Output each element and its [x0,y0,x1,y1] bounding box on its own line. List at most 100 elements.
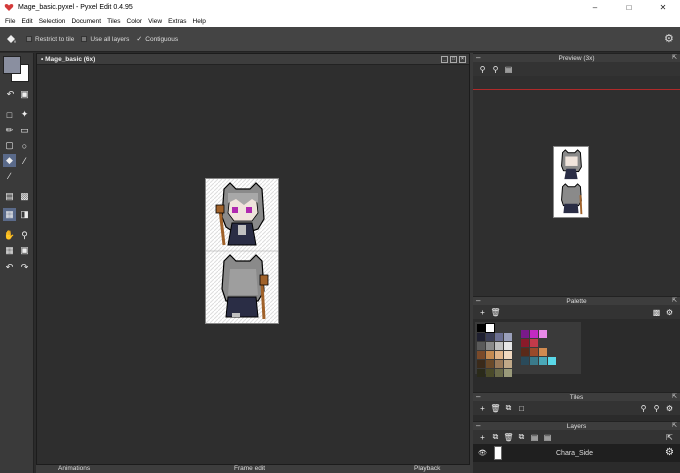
hand-icon[interactable]: ✋ [3,229,16,242]
palette-swatch[interactable] [495,351,503,359]
pin-icon[interactable]: ⇱ [672,297,677,306]
palette-swatch[interactable] [477,333,485,341]
eraser-icon[interactable]: ▭ [18,124,31,137]
select-rect-icon[interactable]: □ [3,108,16,121]
palette-swatch[interactable] [521,348,529,356]
palette-swatch[interactable] [485,323,495,333]
menu-help[interactable]: Help [190,18,209,25]
menu-extras[interactable]: Extras [165,18,189,25]
add-color-icon[interactable]: + [477,307,488,318]
add-layer-folder-icon[interactable]: ⧉ [490,432,501,443]
palette-swatch[interactable] [530,348,538,356]
zoom-out-icon[interactable]: ⚲ [490,64,501,75]
merge-down-icon[interactable]: ▤ [529,432,540,443]
palette-grid-right[interactable] [521,330,565,365]
palette-swatch[interactable] [477,360,485,368]
tile-place-icon[interactable]: ▤ [3,190,16,203]
primary-color-swatch[interactable] [3,56,21,74]
pin-icon[interactable]: ⇱ [672,393,677,402]
palette-swatch[interactable] [486,360,494,368]
gear-icon[interactable]: ⚙ [664,33,676,45]
minimize-button[interactable]: – [578,0,612,15]
undo-icon[interactable]: ↶ [3,261,16,274]
grid-icon[interactable]: ▦ [3,244,16,257]
palette-colors-icon[interactable]: ▩ [651,307,662,318]
redo-icon[interactable]: ↷ [18,261,31,274]
close-button[interactable]: ✕ [646,0,680,15]
color-swatches[interactable] [3,56,31,84]
zoom-icon[interactable]: ⚲ [18,229,31,242]
add-layer-icon[interactable]: + [477,432,488,443]
preview-area[interactable] [473,76,680,306]
palette-swatch[interactable] [477,324,485,332]
stamp-icon[interactable]: ◨ [18,208,31,221]
eyedropper-icon[interactable]: ⁄ [18,154,31,167]
palette-swatch[interactable] [521,330,529,338]
pin-icon[interactable]: ⇱ [664,432,675,443]
maximize-button[interactable]: □ [612,0,646,15]
menu-file[interactable]: File [2,18,18,25]
color-replace-icon[interactable]: ∕ [3,169,16,182]
palette-swatch[interactable] [504,369,512,377]
palette-swatch[interactable] [495,369,503,377]
rectangle-icon[interactable]: ▢ [3,139,16,152]
collapse-icon[interactable]: – [476,422,480,430]
gear-icon[interactable]: ⚙ [665,447,674,458]
layer-row[interactable]: 👁 Chara_Side ⚙ [473,444,680,462]
fill-bucket-tool-icon[interactable]: ◆ [3,154,16,167]
palette-grid-left[interactable] [477,323,512,377]
palette-swatch[interactable] [477,351,485,359]
palette-swatch[interactable] [530,330,538,338]
palette-swatch[interactable] [495,360,503,368]
canvas-close-button[interactable]: × [459,56,466,63]
palette-swatch[interactable] [495,333,503,341]
palette-swatch[interactable] [504,360,512,368]
gear-icon[interactable]: ⚙ [664,403,675,414]
eye-icon[interactable]: 👁 [478,449,488,457]
delete-tile-icon[interactable]: 🗑 [490,403,501,414]
palette-swatch[interactable] [477,369,485,377]
menu-document[interactable]: Document [68,18,104,25]
palette-swatch[interactable] [539,348,547,356]
palette-swatch-grid[interactable] [475,322,581,377]
add-tile-icon[interactable]: + [477,403,488,414]
palette-swatch[interactable] [530,339,538,347]
merge-layers-icon[interactable]: ▤ [542,432,553,443]
palette-swatch[interactable] [530,357,538,365]
tile-select-icon[interactable]: ▩ [18,190,31,203]
menu-edit[interactable]: Edit [18,18,35,25]
duplicate-tile-icon[interactable]: ⧉ [503,403,514,414]
palette-swatch[interactable] [486,351,494,359]
palette-swatch[interactable] [486,369,494,377]
canvas-minimize-button[interactable]: _ [441,56,448,63]
collapse-icon[interactable]: – [476,393,480,401]
tile-grid-icon[interactable]: ▣ [18,244,31,257]
palette-swatch[interactable] [486,342,494,350]
pencil-icon[interactable]: ✏ [3,124,16,137]
palette-swatch[interactable] [521,357,529,365]
palette-swatch[interactable] [486,333,494,341]
reset-colors-icon[interactable]: ▣ [18,88,31,101]
zoom-in-icon[interactable]: ⚲ [638,403,649,414]
menu-view[interactable]: View [145,18,165,25]
collapse-icon[interactable]: – [476,54,480,62]
restrict-to-tile-checkbox[interactable]: Restrict to tile [26,36,74,43]
delete-layer-icon[interactable]: 🗑 [503,432,514,443]
duplicate-layer-icon[interactable]: ⧉ [516,432,527,443]
pin-icon[interactable]: ⇱ [672,422,677,431]
canvas-restore-button[interactable]: □ [450,56,457,63]
tab-animations[interactable]: Animations [58,465,90,472]
ellipse-icon[interactable]: ○ [18,139,31,152]
swap-colors-icon[interactable]: ↶ [4,88,17,101]
delete-color-icon[interactable]: 🗑 [490,307,501,318]
palette-swatch[interactable] [504,333,512,341]
sprite-canvas[interactable] [205,178,279,324]
palette-swatch[interactable] [504,351,512,359]
menu-selection[interactable]: Selection [36,18,69,25]
tile-frame-icon[interactable]: □ [516,403,527,414]
contiguous-checkbox[interactable]: ✓ Contiguous [136,35,178,44]
palette-swatch[interactable] [521,339,529,347]
tab-playback[interactable]: Playback [414,465,440,472]
use-all-layers-checkbox[interactable]: Use all layers [81,36,129,43]
palette-swatch[interactable] [539,330,547,338]
